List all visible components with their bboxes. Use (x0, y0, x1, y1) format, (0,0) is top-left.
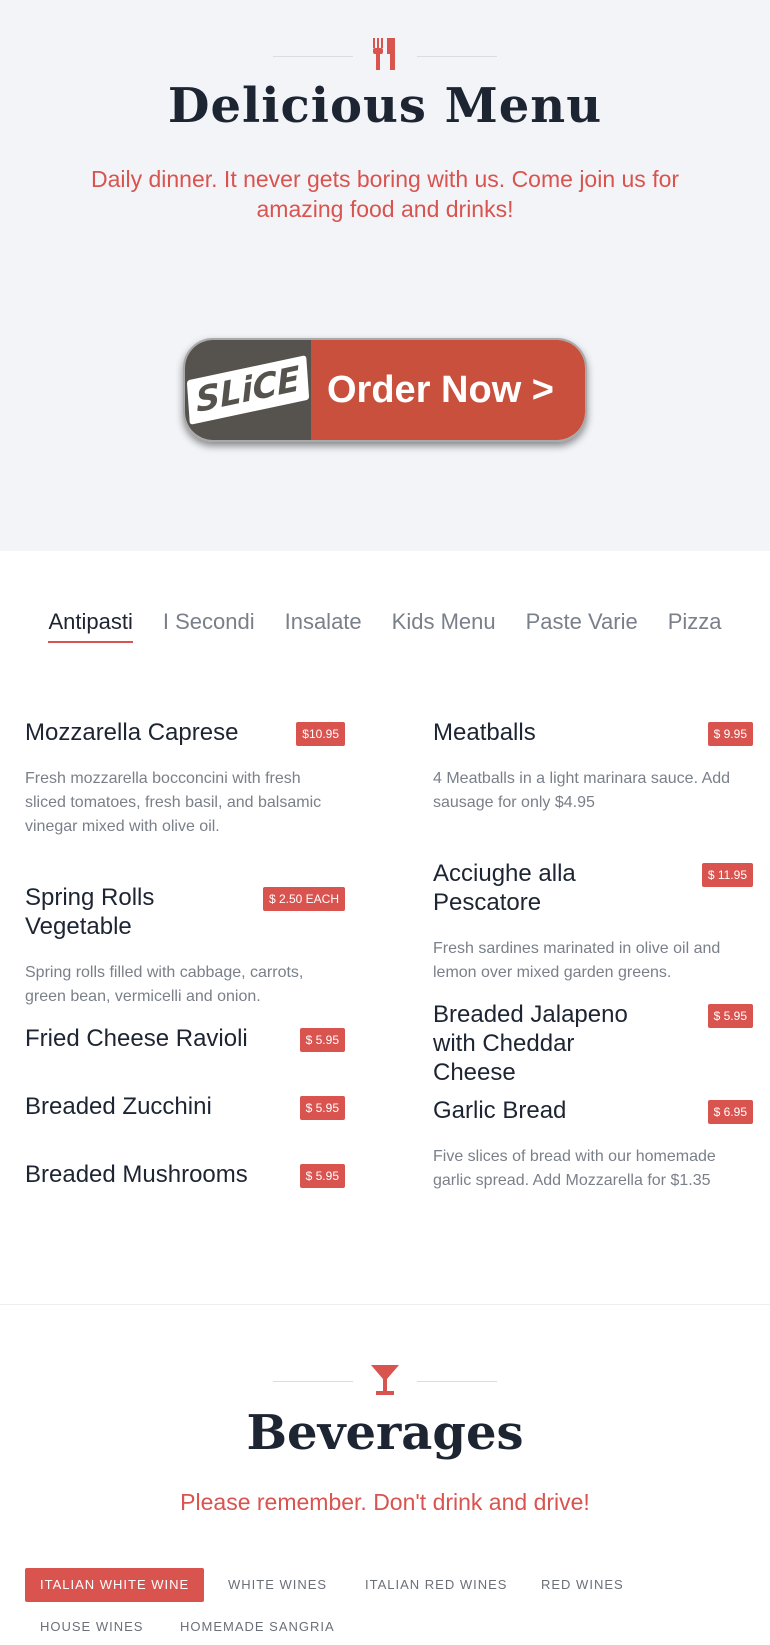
menu-item-description: Fresh mozzarella bocconcini with fresh s… (25, 770, 322, 835)
menu-item-name: Breaded Jalapeno with Cheddar Cheese (433, 1001, 628, 1086)
ornament-line-left (273, 1381, 353, 1382)
tab-antipasti[interactable]: Antipasti (48, 609, 133, 643)
slice-logo: SLiCE (185, 340, 311, 440)
price-badge: $ 9.95 (707, 722, 753, 746)
menu-tabs: Antipasti I Secondi Insalate Kids Menu P… (0, 609, 770, 643)
menu-item-description: 4 Meatballs in a light marinara sauce. A… (433, 770, 731, 811)
menu-item-description: Fresh sardines marinated in olive oil an… (433, 940, 721, 981)
beverages-title: Beverages (246, 1405, 524, 1461)
menu-column-right: Meatballs $ 9.95 4 Meatballs in a light … (433, 718, 753, 1206)
price-badge: $ 5.95 (707, 1004, 753, 1028)
menu-item-name: Fried Cheese Ravioli (25, 1025, 248, 1052)
menu-item-description: Five slices of bread with our homemade g… (433, 1148, 716, 1189)
ornament-line-right (417, 56, 497, 57)
order-now-label: Order Now > (311, 340, 585, 440)
tab-italian-red-wines[interactable]: ITALIAN RED WINES (350, 1568, 522, 1602)
menu-item: Meatballs $ 9.95 4 Meatballs in a light … (433, 718, 753, 859)
beverages-ornament (273, 1363, 497, 1397)
tab-i-secondi[interactable]: I Secondi (163, 609, 255, 643)
ornament-line-left (273, 56, 353, 57)
price-badge: $ 5.95 (299, 1164, 345, 1188)
menu-item-description: Spring rolls filled with cabbage, carrot… (25, 964, 304, 1005)
price-badge: $ 5.95 (299, 1096, 345, 1120)
price-badge: $ 11.95 (701, 863, 753, 887)
menu-item: Spring Rolls Vegetable $ 2.50 EACH Sprin… (25, 883, 345, 1024)
tab-italian-white-wine[interactable]: ITALIAN WHITE WINE (25, 1568, 205, 1602)
hero-section: Delicious Menu Daily dinner. It never ge… (0, 0, 770, 551)
menu-item: Garlic Bread $ 6.95 Five slices of bread… (433, 1096, 753, 1206)
menu-item-name: Breaded Zucchini (25, 1093, 212, 1120)
menu-item-name: Meatballs (433, 719, 536, 746)
tab-red-wines[interactable]: RED WINES (526, 1568, 639, 1602)
fork-knife-icon (373, 38, 395, 70)
tab-insalate[interactable]: Insalate (285, 609, 362, 643)
menu-item-name: Breaded Mushrooms (25, 1161, 248, 1188)
page-title: Delicious Menu (167, 78, 603, 134)
tab-homemade-sangria[interactable]: HOMEMADE SANGRIA (165, 1610, 350, 1644)
tab-kids-menu[interactable]: Kids Menu (392, 609, 496, 643)
tab-white-wines[interactable]: WHITE WINES (213, 1568, 342, 1602)
section-divider (0, 1304, 770, 1305)
cocktail-glass-icon (371, 1365, 399, 1395)
price-badge: $ 6.95 (707, 1100, 753, 1124)
tab-pizza[interactable]: Pizza (668, 609, 722, 643)
page-subtitle: Daily dinner. It never gets boring with … (90, 166, 680, 222)
tab-paste-varie[interactable]: Paste Varie (526, 609, 638, 643)
menu-item: Breaded Zucchini $ 5.95 (25, 1092, 345, 1160)
ornament-line-right (417, 1381, 497, 1382)
menu-item: Breaded Mushrooms $ 5.95 (25, 1160, 345, 1200)
menu-item: Fried Cheese Ravioli $ 5.95 (25, 1024, 345, 1092)
title-ornament (273, 38, 497, 72)
price-badge: $ 2.50 EACH (262, 887, 345, 911)
menu-column-left: Mozzarella Caprese $10.95 Fresh mozzarel… (25, 718, 345, 1200)
tab-house-wines[interactable]: HOUSE WINES (25, 1610, 158, 1644)
menu-item: Acciughe alla Pescatore $ 11.95 Fresh sa… (433, 859, 753, 1000)
price-badge: $ 5.95 (299, 1028, 345, 1052)
menu-item-name: Garlic Bread (433, 1097, 567, 1124)
beverages-subtitle: Please remember. Don't drink and drive! (180, 1489, 590, 1515)
order-now-button[interactable]: SLiCE Order Now > (183, 338, 587, 442)
slice-logo-text: SLiCE (186, 355, 310, 425)
price-badge: $10.95 (296, 722, 345, 746)
menu-item: Mozzarella Caprese $10.95 Fresh mozzarel… (25, 718, 345, 883)
menu-item: Breaded Jalapeno with Cheddar Cheese $ 5… (433, 1000, 753, 1096)
